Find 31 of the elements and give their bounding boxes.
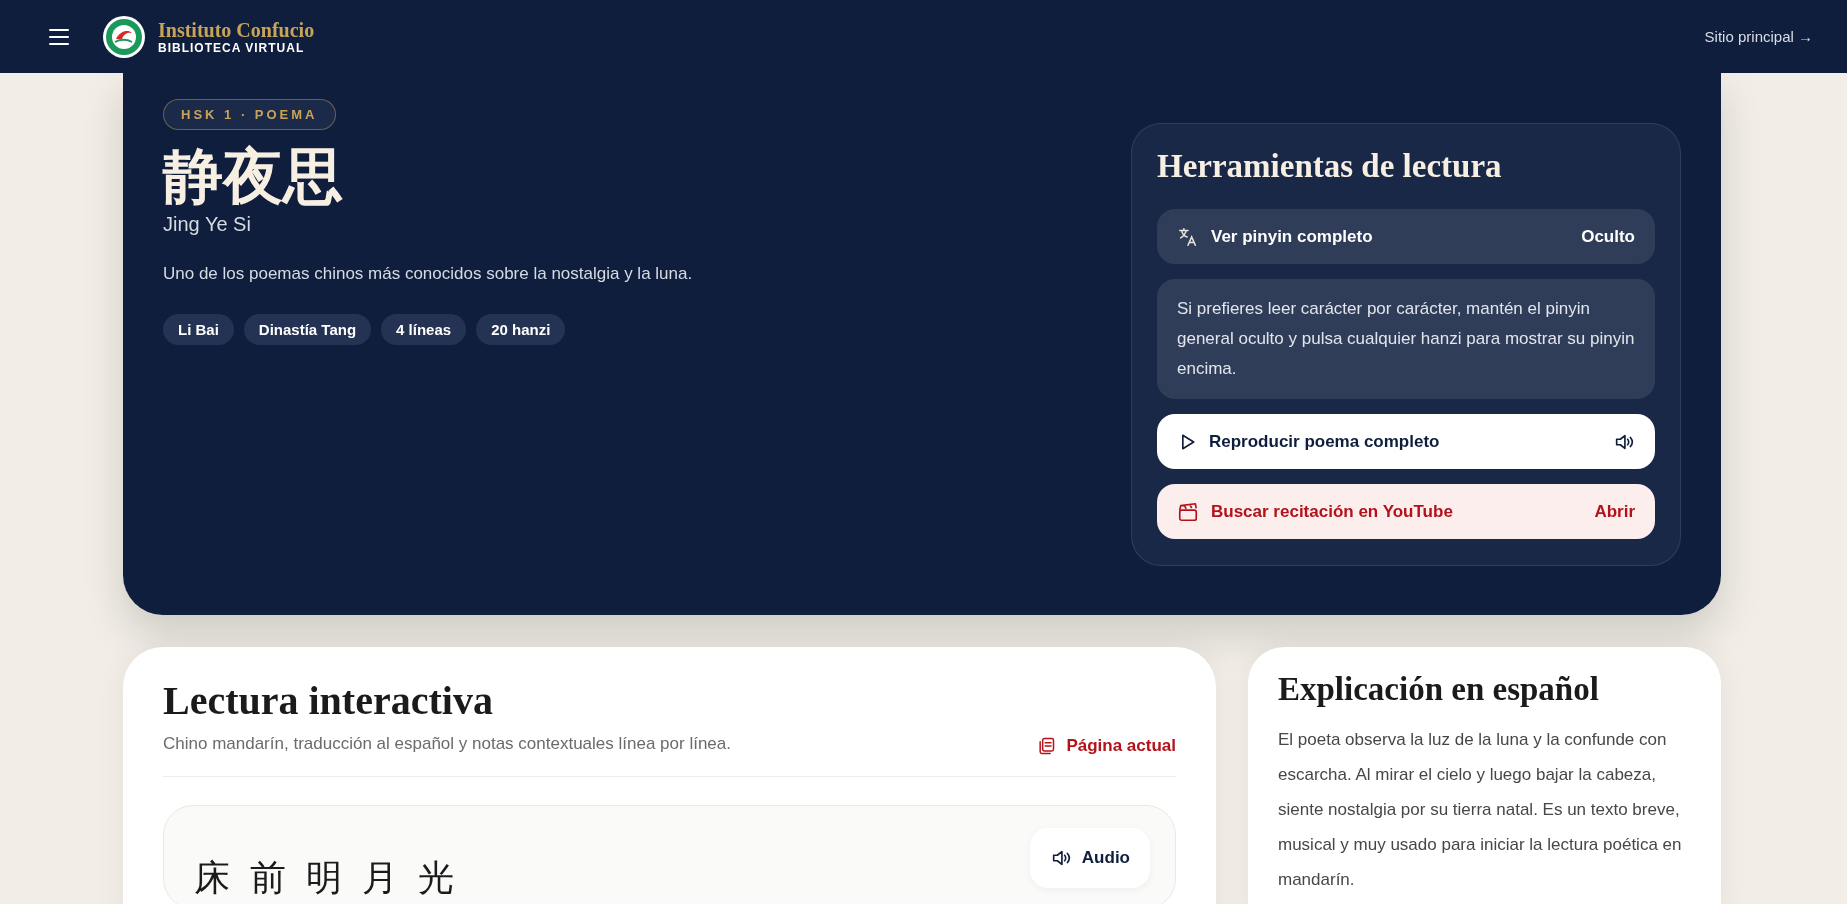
- pinyin-hint: Si prefieres leer carácter por carácter, mantén el pinyin general oculto y pulsa cualquier hanzi para mostrar su pinyin encima.: [1157, 279, 1655, 399]
- main-site-link[interactable]: Sitio principal →: [1704, 28, 1813, 45]
- translate-icon: [1177, 225, 1199, 248]
- hanzi-character[interactable]: 明: [306, 858, 342, 898]
- clapperboard-icon: [1177, 500, 1199, 523]
- hanzi-character[interactable]: 光: [418, 858, 454, 898]
- video-search-button[interactable]: Buscar recitación en YouTube Abrir: [1157, 484, 1655, 539]
- hanzi-character[interactable]: 床: [194, 858, 230, 898]
- info-chip: Dinastía Tang: [243, 314, 372, 345]
- explanation-title: Explicación en español: [1278, 671, 1600, 708]
- poem-title: 静夜思: [163, 142, 343, 211]
- explanation-text: El poeta observa la luz de la luna y la confunde con escarcha. Al mirar el cielo y luego bajar la cabeza, siente nostalgia por su tierra natal. Es un texto breve, musical y muy usado para iniciar la lectura poética en mandarín.: [1278, 729, 1683, 891]
- reading-subtitle: Chino mandarín, traducción al español y notas contextuales línea por línea.: [163, 734, 731, 754]
- pinyin-toggle[interactable]: Ver pinyin completo Oculto: [1157, 209, 1655, 264]
- play-poem-button[interactable]: Reproducir poema completo: [1157, 414, 1655, 469]
- brand-subtitle: BIBLIOTECA VIRTUAL: [158, 40, 306, 55]
- poem-pinyin: Jing Ye Si: [163, 213, 251, 236]
- reading-title: Lectura interactiva: [163, 677, 494, 724]
- hanzi-character[interactable]: 前: [250, 858, 286, 898]
- brand-title: Instituto Confucio: [158, 18, 315, 41]
- tools-title: Herramientas de lectura: [1157, 148, 1503, 185]
- audio-button[interactable]: Audio: [1029, 828, 1150, 888]
- current-page-link[interactable]: Página actual: [1036, 736, 1176, 756]
- level-tag: HSK 1 · POEMA: [163, 99, 336, 130]
- info-chip: 20 hanzi: [476, 314, 566, 345]
- info-chip: 4 líneas: [381, 314, 467, 345]
- logo-icon: [102, 14, 146, 59]
- info-chip: Li Bai: [163, 314, 234, 345]
- poem-description: Uno de los poemas chinos más conocidos sobre la nostalgia y la luna.: [163, 264, 693, 284]
- hanzi-character[interactable]: 月: [362, 858, 398, 898]
- pages-icon: [1036, 736, 1057, 756]
